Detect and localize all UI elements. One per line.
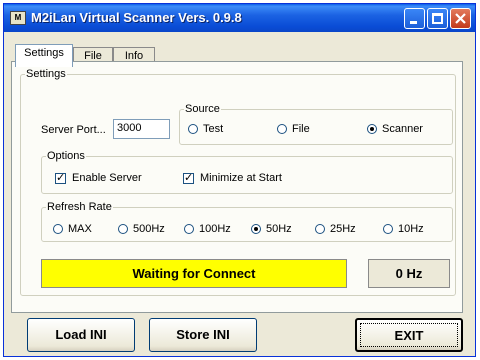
exit-button[interactable]: EXIT <box>355 318 463 352</box>
radio-button-selected-icon <box>367 124 377 134</box>
refresh-rate-500hz-label: 500Hz <box>133 223 165 235</box>
radio-button-selected-icon <box>251 224 261 234</box>
focus-outline <box>360 323 458 347</box>
checkbox-checked-icon <box>183 171 194 184</box>
refresh-rate-500hz-radio[interactable]: 500Hz <box>118 223 165 235</box>
refresh-rate-50hz-radio[interactable]: 50Hz <box>251 223 292 235</box>
source-scanner-label: Scanner <box>382 123 423 135</box>
server-port-label: Server Port... <box>41 124 106 136</box>
settings-group-label: Settings <box>26 68 66 80</box>
enable-server-checkbox[interactable]: Enable Server <box>55 171 142 184</box>
maximize-button[interactable] <box>427 8 448 29</box>
refresh-rate-100hz-radio[interactable]: 100Hz <box>184 223 231 235</box>
refresh-rate-25hz-label: 25Hz <box>330 223 356 235</box>
refresh-rate-group: Refresh Rate <box>41 201 453 242</box>
maximize-icon <box>432 13 443 24</box>
enable-server-label: Enable Server <box>72 172 142 184</box>
refresh-rate-max-radio[interactable]: MAX <box>53 223 92 235</box>
refresh-rate-100hz-label: 100Hz <box>199 223 231 235</box>
server-port-input[interactable]: 3000 <box>113 119 170 139</box>
source-test-label: Test <box>203 123 224 135</box>
minimize-at-start-checkbox[interactable]: Minimize at Start <box>183 171 282 184</box>
tab-settings[interactable]: Settings <box>15 44 73 67</box>
radio-button-icon <box>277 124 287 134</box>
minimize-icon <box>410 21 417 24</box>
minimize-at-start-label: Minimize at Start <box>200 172 282 184</box>
load-ini-button[interactable]: Load INI <box>27 318 135 352</box>
checkbox-checked-icon <box>55 171 66 184</box>
scanner-app-icon: M <box>10 11 26 25</box>
refresh-rate-10hz-label: 10Hz <box>398 223 424 235</box>
refresh-rate-10hz-radio[interactable]: 10Hz <box>383 223 424 235</box>
refresh-rate-50hz-label: 50Hz <box>266 223 292 235</box>
options-group-label: Options <box>47 150 85 162</box>
radio-button-icon <box>315 224 325 234</box>
title-bar[interactable]: M M2iLan Virtual Scanner Vers. 0.9.8 <box>4 4 475 32</box>
radio-button-icon <box>53 224 63 234</box>
source-file-label: File <box>292 123 310 135</box>
refresh-rate-group-label: Refresh Rate <box>47 201 112 213</box>
refresh-rate-25hz-radio[interactable]: 25Hz <box>315 223 356 235</box>
source-file-radio[interactable]: File <box>277 123 310 135</box>
radio-button-icon <box>383 224 393 234</box>
window-title: M2iLan Virtual Scanner Vers. 0.9.8 <box>31 10 242 25</box>
source-test-radio[interactable]: Test <box>188 123 223 135</box>
source-scanner-radio[interactable]: Scanner <box>367 123 423 135</box>
radio-button-icon <box>184 224 194 234</box>
store-ini-button[interactable]: Store INI <box>149 318 257 352</box>
connection-status: Waiting for Connect <box>41 259 347 288</box>
radio-button-icon <box>118 224 128 234</box>
refresh-rate-max-label: MAX <box>68 223 92 235</box>
close-button[interactable] <box>450 8 471 29</box>
radio-button-icon <box>188 124 198 134</box>
rate-readout: 0 Hz <box>368 259 450 288</box>
close-icon <box>455 13 466 24</box>
minimize-button[interactable] <box>404 8 425 29</box>
source-group-label: Source <box>185 103 220 115</box>
